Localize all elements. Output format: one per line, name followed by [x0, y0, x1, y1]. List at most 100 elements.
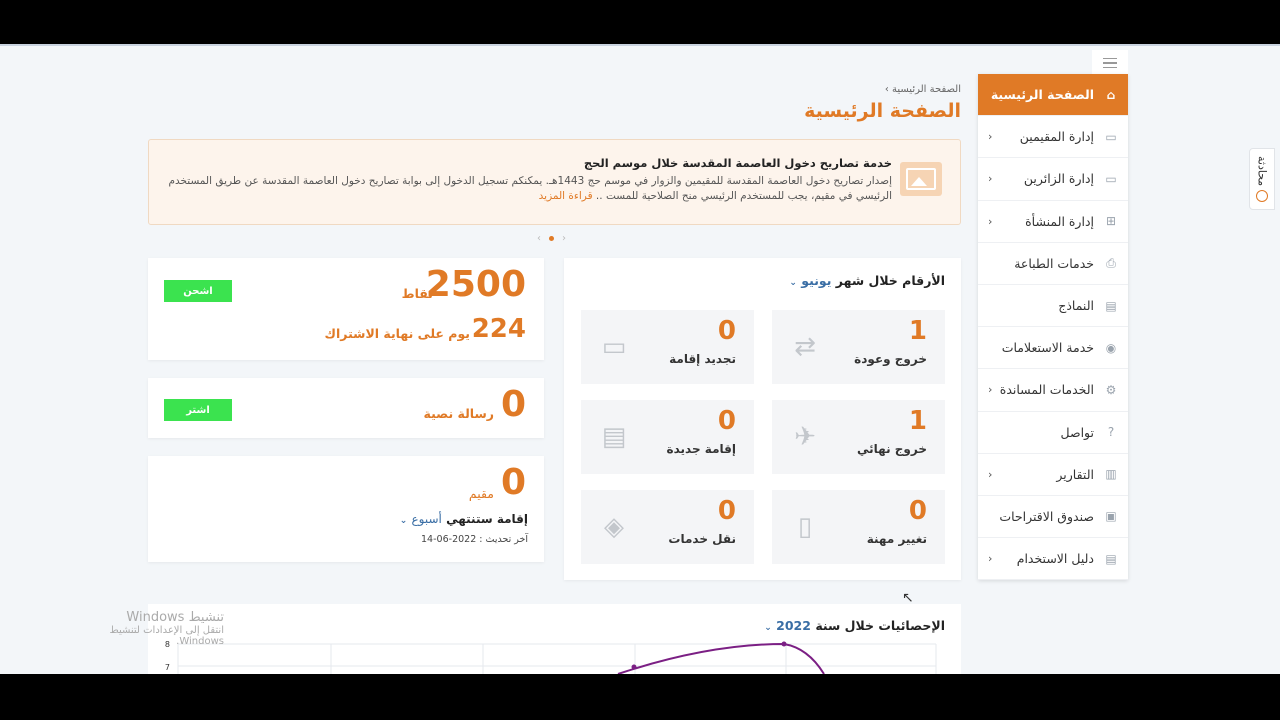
breadcrumb-separator: › — [884, 84, 889, 95]
sidebar-item-9[interactable]: ▥ التقارير ‹ — [978, 454, 1128, 496]
chat-icon — [1256, 190, 1268, 203]
chevron-left-icon[interactable]: ‹ — [988, 468, 992, 481]
book-icon: ▤ — [1105, 551, 1117, 566]
data-point[interactable] — [781, 641, 787, 647]
eye-icon: ◉ — [1105, 340, 1117, 355]
stat-tile[interactable]: 1 خروج وعودة ⇄ — [772, 310, 945, 384]
chevron-left-icon[interactable]: ‹ — [988, 215, 992, 228]
stat-tile[interactable]: 0 إقامة جديدة ▤ — [581, 400, 754, 474]
sidebar-item-label: خدمة الاستعلامات — [1001, 340, 1094, 356]
sms-count: 0 — [500, 384, 526, 425]
pager-prev-icon[interactable]: ‹ — [537, 233, 541, 244]
stat-tile[interactable]: 0 تجديد إقامة ▭ — [581, 310, 754, 384]
resident-label: مقيم — [468, 486, 494, 501]
sms-label: رسالة نصية — [423, 406, 494, 421]
stat-label: تغيير مهنة — [866, 532, 927, 546]
inbox-icon: ▣ — [1105, 509, 1117, 524]
app-screen: ⌂ الصفحة الرئيسية ▭ إدارة المقيمين ‹ ▭ إدارة ا… — [0, 44, 1280, 674]
data-point[interactable] — [631, 664, 637, 670]
id-card-icon: ▭ — [1105, 129, 1117, 144]
stat-tile[interactable]: 0 تغيير مهنة ▯ — [772, 490, 945, 564]
read-more-link[interactable]: قراءة المزيد — [539, 190, 593, 202]
stat-value: 0 — [717, 316, 736, 346]
sidebar-item-label: إدارة الزائرين — [1023, 171, 1094, 187]
pager-dot-active[interactable] — [549, 236, 554, 241]
breadcrumb: الصفحة الرئيسية › — [885, 84, 961, 95]
mouse-cursor-icon: ↖ — [902, 590, 914, 606]
stat-label: خروج وعودة — [854, 352, 927, 366]
stat-tile[interactable]: 1 خروج نهائي ✈ — [772, 400, 945, 474]
watermark-line1: تنشيط Windows — [126, 610, 224, 625]
sidebar-item-2[interactable]: ▭ إدارة الزائرين ‹ — [978, 158, 1128, 201]
stat-tile[interactable]: 0 نقل خدمات ◈ — [581, 490, 754, 564]
chevron-left-icon[interactable]: ‹ — [988, 552, 992, 565]
yearly-stats-card: الإحصائيات خلال سنة 2022 ⌄ 8 7 — [148, 604, 961, 674]
chevron-left-icon[interactable]: ‹ — [988, 383, 992, 396]
period-dropdown[interactable]: أسبوع — [412, 512, 442, 526]
points-card: 2500 نقاط 224 يوم على نهاية الاشتراك اشح… — [148, 258, 544, 360]
breadcrumb-home[interactable]: الصفحة الرئيسية — [892, 84, 961, 95]
document-icon: ▤ — [1105, 298, 1117, 313]
stat-value: 1 — [908, 316, 927, 346]
windows-activation-watermark: تنشيط Windows انتقل إلى الإعدادات لتنشيط… — [64, 610, 224, 647]
month-dropdown[interactable]: يونيو — [801, 273, 831, 288]
stat-value: 1 — [908, 406, 927, 436]
question-icon: ? — [1107, 425, 1115, 440]
chat-tab-label: محادثة — [1255, 155, 1269, 187]
org-chart-icon: ⊞ — [1105, 214, 1117, 229]
yearly-chart: 8 7 — [165, 640, 937, 674]
sidebar-item-3[interactable]: ⊞ إدارة المنشأة ‹ — [978, 201, 1128, 243]
id-card-icon: ▭ — [601, 332, 627, 362]
sidebar-item-label: الخدمات المساندة — [999, 382, 1094, 398]
y-tick-7: 7 — [165, 663, 170, 672]
sidebar-item-7[interactable]: ⚙ الخدمات المساندة ‹ — [978, 369, 1128, 412]
monthly-stats-card: الأرقام خلال شهر يونيو ⌄ 1 خروج وعودة ⇄ 0 تج… — [564, 258, 961, 580]
id-card-icon: ▭ — [1105, 171, 1117, 186]
announcement-banner: خدمة تصاريح دخول العاصمة المقدسة خلال مو… — [148, 139, 961, 225]
stats-title: الأرقام خلال شهر يونيو ⌄ — [789, 273, 945, 288]
chevron-left-icon[interactable]: ‹ — [988, 130, 992, 143]
bar-chart-icon: ▥ — [1105, 467, 1117, 482]
stat-value: 0 — [908, 496, 927, 526]
sidebar-item-label: تواصل — [1060, 424, 1095, 440]
series-line — [617, 642, 825, 674]
chevron-down-icon[interactable]: ⌄ — [789, 278, 797, 288]
chevron-left-icon[interactable]: ‹ — [988, 172, 992, 185]
sidebar-item-5[interactable]: ▤ النماذج — [978, 285, 1128, 328]
sms-card: 0 رسالة نصية اشتر — [148, 378, 544, 438]
watermark-line2: انتقل إلى الإعدادات لتنشيط Windows. — [109, 625, 224, 647]
airplane-icon: ✈ — [794, 422, 816, 452]
badge-icon: ▯ — [797, 512, 813, 542]
chevron-down-icon[interactable]: ⌄ — [400, 516, 408, 526]
banner-text: إصدار تصاريح دخول العاصمة المقدسة للمقيم… — [168, 175, 892, 202]
sidebar-item-label: إدارة المقيمين — [1019, 129, 1094, 145]
last-updated: آخر تحديث : 2022-06-14 — [421, 534, 528, 545]
stat-label: إقامة جديدة — [666, 442, 736, 456]
resident-count: 0 — [500, 462, 526, 503]
sidebar-item-4[interactable]: ⎙ خدمات الطباعة — [978, 243, 1128, 285]
sidebar-item-0[interactable]: ⌂ الصفحة الرئيسية — [978, 74, 1128, 117]
direction-icon: ◈ — [604, 512, 624, 542]
sidebar-item-11[interactable]: ▤ دليل الاستخدام ‹ — [978, 538, 1128, 581]
gears-icon: ⚙ — [1105, 382, 1117, 397]
sidebar-item-6[interactable]: ◉ خدمة الاستعلامات — [978, 327, 1128, 370]
page-title: الصفحة الرئيسية — [804, 100, 961, 122]
sidebar-item-10[interactable]: ▣ صندوق الاقتراحات — [978, 496, 1128, 539]
stat-value: 0 — [717, 496, 736, 526]
chat-tab[interactable]: محادثة — [1249, 148, 1275, 210]
buy-button[interactable]: اشتر — [164, 399, 232, 421]
expiry-label: إقامة ستنتهي — [446, 512, 528, 526]
sidebar-item-label: النماذج — [1058, 298, 1094, 314]
expiry-filter: إقامة ستنتهي أسبوع ⌄ — [400, 512, 528, 526]
document-icon: ▤ — [601, 422, 627, 452]
image-placeholder-icon — [900, 162, 942, 196]
days-label: يوم على نهاية الاشتراك — [324, 326, 470, 341]
sidebar-item-1[interactable]: ▭ إدارة المقيمين ‹ — [978, 116, 1128, 159]
sidebar-item-label: دليل الاستخدام — [1016, 551, 1094, 567]
pager-next-icon[interactable]: › — [562, 233, 566, 244]
banner-pager: ‹ › — [537, 233, 566, 244]
sidebar-item-8[interactable]: ? تواصل — [978, 412, 1128, 454]
menu-toggle-button[interactable] — [1092, 50, 1128, 76]
stat-label: خروج نهائي — [857, 442, 927, 456]
recharge-button[interactable]: اشحن — [164, 280, 232, 302]
